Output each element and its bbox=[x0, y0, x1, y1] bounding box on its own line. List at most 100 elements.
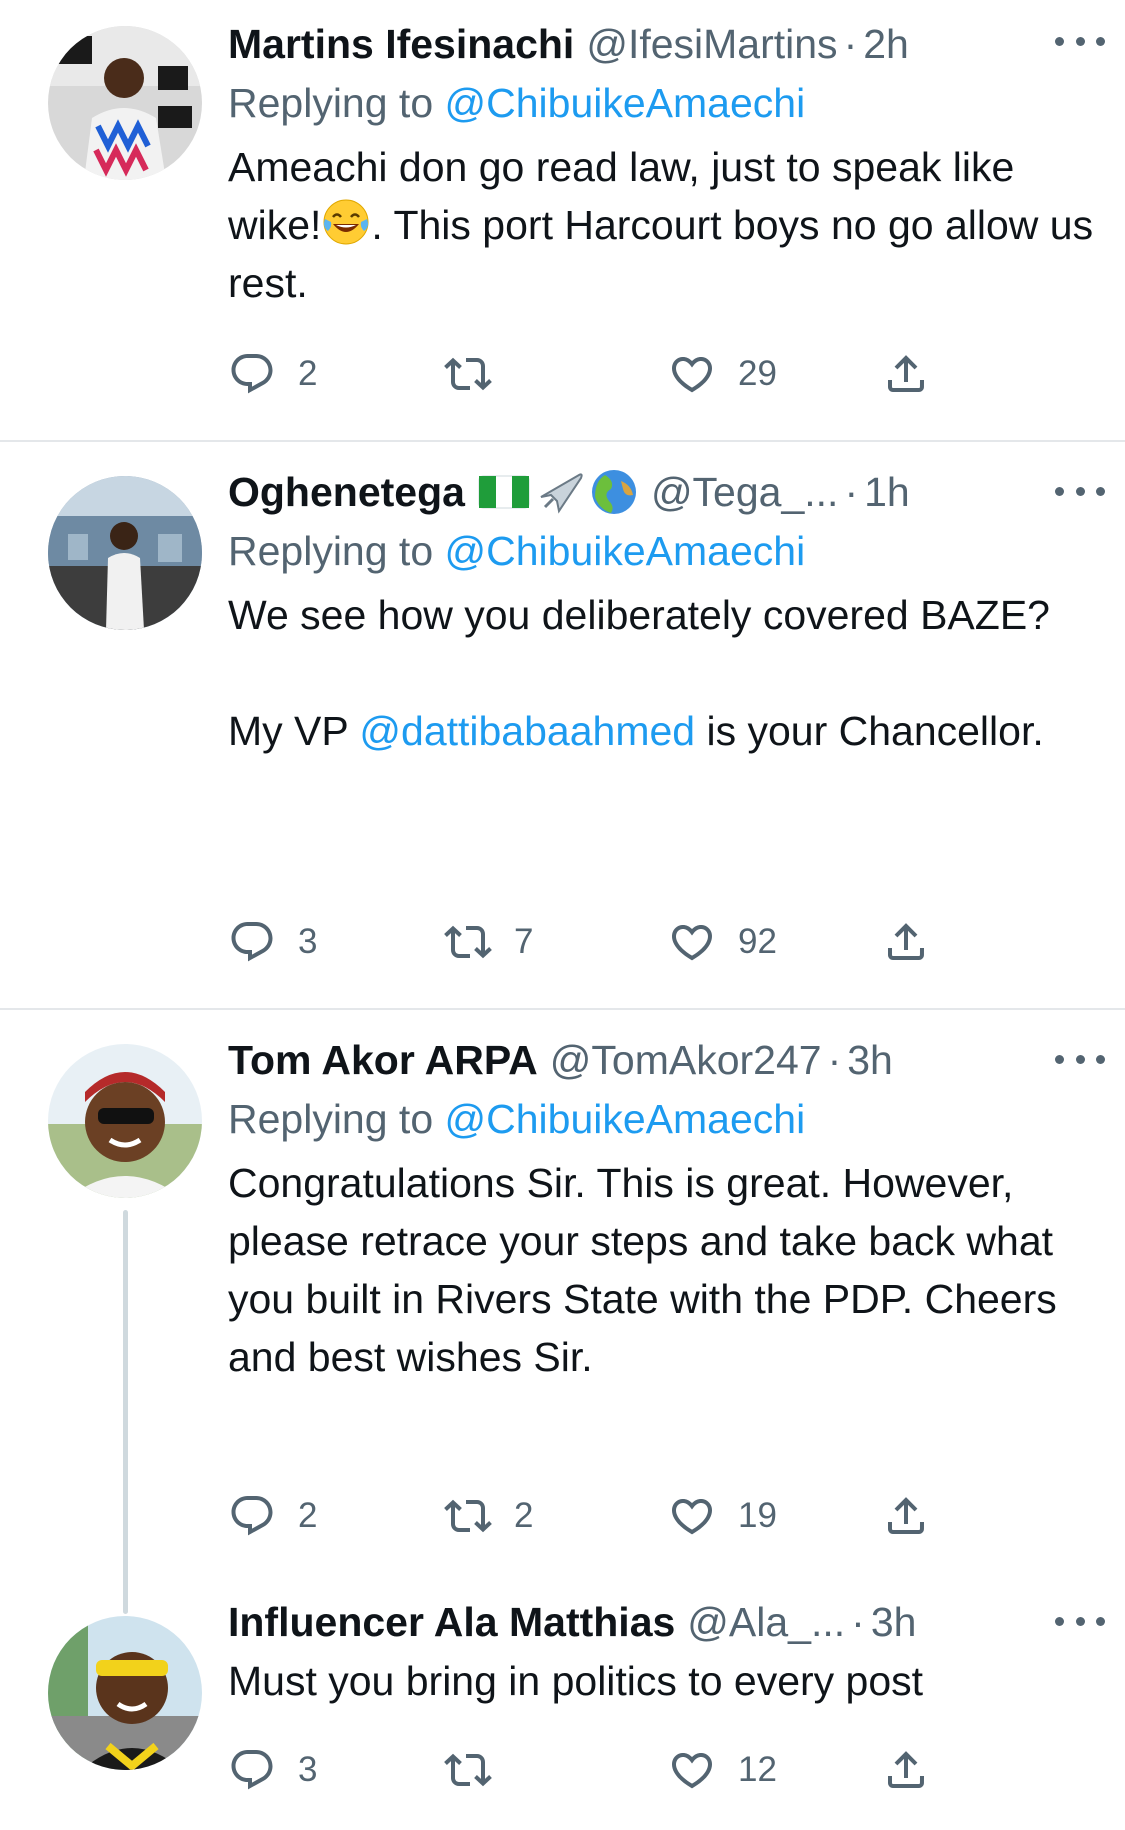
tweet-text-line: We see how you deliberately covered BAZE… bbox=[228, 592, 1050, 638]
share-button[interactable] bbox=[882, 1740, 930, 1800]
share-button[interactable] bbox=[882, 912, 930, 972]
like-button[interactable]: 19 bbox=[668, 1486, 777, 1546]
reply-icon bbox=[228, 1492, 276, 1540]
tweet-text-part: My VP bbox=[228, 708, 360, 754]
reply-button[interactable]: 2 bbox=[228, 1486, 317, 1546]
replying-to-label: Replying to bbox=[228, 1096, 445, 1142]
tweet-actions: 3 12 bbox=[228, 1740, 928, 1800]
tweet-header: Martins Ifesinachi @IfesiMartins · 2h bbox=[228, 14, 1095, 74]
retweet-button[interactable]: 2 bbox=[444, 1486, 533, 1546]
retweet-icon bbox=[444, 1746, 492, 1794]
tweet-actions: 2 2 19 bbox=[228, 1486, 928, 1546]
reply-count: 2 bbox=[298, 354, 318, 393]
like-count: 12 bbox=[738, 1750, 777, 1789]
retweet-button[interactable] bbox=[444, 344, 514, 404]
tweet-item[interactable]: Oghenetega @Tega_... · 1h Replying to @C… bbox=[0, 442, 1125, 1008]
like-count: 29 bbox=[738, 354, 777, 393]
like-count: 92 bbox=[738, 922, 777, 961]
tweet-actions: 3 7 92 bbox=[228, 912, 928, 972]
author-name[interactable]: Influencer Ala Matthias bbox=[228, 1592, 675, 1652]
more-icon[interactable] bbox=[1055, 1044, 1105, 1074]
timestamp[interactable]: 1h bbox=[864, 462, 910, 522]
reply-button[interactable]: 3 bbox=[228, 1740, 317, 1800]
reply-count: 3 bbox=[298, 922, 318, 961]
replying-to: Replying to @ChibuikeAmaechi bbox=[228, 522, 1095, 580]
share-icon bbox=[882, 1492, 930, 1540]
share-icon bbox=[882, 1746, 930, 1794]
retweet-icon bbox=[444, 918, 492, 966]
retweet-button[interactable]: 7 bbox=[444, 912, 533, 972]
like-button[interactable]: 29 bbox=[668, 344, 777, 404]
tweet-item[interactable]: Martins Ifesinachi @IfesiMartins · 2h Re… bbox=[0, 0, 1125, 440]
separator-dot: · bbox=[844, 469, 859, 515]
thread-connector bbox=[123, 1210, 128, 1614]
share-icon bbox=[882, 350, 930, 398]
airplane-emoji bbox=[540, 473, 583, 514]
reply-icon bbox=[228, 350, 276, 398]
avatar[interactable] bbox=[48, 476, 202, 630]
share-button[interactable] bbox=[882, 1486, 930, 1546]
retweet-count: 2 bbox=[514, 1496, 534, 1535]
separator-dot: · bbox=[851, 1599, 865, 1645]
author-handle[interactable]: @TomAkor247 bbox=[550, 1030, 822, 1090]
author-name[interactable]: Tom Akor ARPA bbox=[228, 1030, 538, 1090]
replying-to-mention[interactable]: @ChibuikeAmaechi bbox=[445, 528, 806, 574]
reply-icon bbox=[228, 1746, 276, 1794]
avatar[interactable] bbox=[48, 1044, 202, 1198]
replying-to-label: Replying to bbox=[228, 80, 445, 126]
tweet-text-line: Must you bring in politics to every post bbox=[228, 1658, 924, 1704]
share-icon bbox=[882, 918, 930, 966]
replying-to-mention[interactable]: @ChibuikeAmaechi bbox=[445, 80, 806, 126]
reply-count: 3 bbox=[298, 1750, 318, 1789]
like-button[interactable]: 12 bbox=[668, 1740, 777, 1800]
laughing-with-tears-emoji bbox=[321, 197, 371, 247]
timestamp[interactable]: 3h bbox=[847, 1030, 893, 1090]
reply-button[interactable]: 2 bbox=[228, 344, 317, 404]
avatar[interactable] bbox=[48, 1616, 202, 1770]
like-icon bbox=[668, 918, 716, 966]
tweet-text: We see how you deliberately covered BAZE… bbox=[228, 586, 1095, 760]
author-name[interactable]: Oghenetega bbox=[228, 462, 465, 522]
like-count: 19 bbox=[738, 1496, 777, 1535]
share-button[interactable] bbox=[882, 344, 930, 404]
tweet-text: Congratulations Sir. This is great. Howe… bbox=[228, 1154, 1095, 1386]
separator-dot: · bbox=[827, 1037, 842, 1083]
reply-count: 2 bbox=[298, 1496, 318, 1535]
nigeria-flag-emoji bbox=[478, 475, 530, 509]
timestamp[interactable]: 2h bbox=[863, 14, 909, 74]
timestamp[interactable]: 3h bbox=[871, 1592, 917, 1652]
author-handle[interactable]: @IfesiMartins bbox=[586, 14, 837, 74]
replying-to: Replying to @ChibuikeAmaechi bbox=[228, 1090, 1095, 1148]
like-icon bbox=[668, 1746, 716, 1794]
replying-to-mention[interactable]: @ChibuikeAmaechi bbox=[445, 1096, 806, 1142]
like-icon bbox=[668, 350, 716, 398]
author-name[interactable]: Martins Ifesinachi bbox=[228, 14, 574, 74]
author-handle[interactable]: @Tega_... bbox=[651, 462, 839, 522]
globe-emoji bbox=[591, 470, 636, 514]
separator-dot: · bbox=[843, 21, 858, 67]
retweet-icon bbox=[444, 350, 492, 398]
tweet-header: Tom Akor ARPA @TomAkor247 · 3h bbox=[228, 1030, 1095, 1090]
author-handle[interactable]: @Ala_... bbox=[687, 1592, 845, 1652]
reply-icon bbox=[228, 918, 276, 966]
more-icon[interactable] bbox=[1055, 1606, 1105, 1636]
more-icon[interactable] bbox=[1055, 26, 1105, 56]
tweet-text-line: My VP @dattibabaahmed is your Chancellor… bbox=[228, 702, 1095, 760]
tweet-text: Ameachi don go read law, just to speak l… bbox=[228, 138, 1095, 312]
like-icon bbox=[668, 1492, 716, 1540]
tweet-item[interactable]: Tom Akor ARPA @TomAkor247 · 3h Replying … bbox=[0, 1010, 1125, 1820]
reply-button[interactable]: 3 bbox=[228, 912, 317, 972]
retweet-button[interactable] bbox=[444, 1740, 514, 1800]
tweet-text-line: Congratulations Sir. This is great. Howe… bbox=[228, 1160, 1057, 1380]
replying-to: Replying to @ChibuikeAmaechi bbox=[228, 74, 1095, 132]
more-icon[interactable] bbox=[1055, 476, 1105, 506]
tweet-header: Influencer Ala Matthias @Ala_... · 3h bbox=[228, 1592, 1095, 1652]
retweet-count: 7 bbox=[514, 922, 534, 961]
replying-to-label: Replying to bbox=[228, 528, 445, 574]
tweet-text-part: is your Chancellor. bbox=[695, 708, 1044, 754]
retweet-icon bbox=[444, 1492, 492, 1540]
mention-link[interactable]: @dattibabaahmed bbox=[359, 708, 695, 754]
avatar[interactable] bbox=[48, 26, 202, 180]
tweet-actions: 2 29 bbox=[228, 344, 928, 404]
like-button[interactable]: 92 bbox=[668, 912, 777, 972]
